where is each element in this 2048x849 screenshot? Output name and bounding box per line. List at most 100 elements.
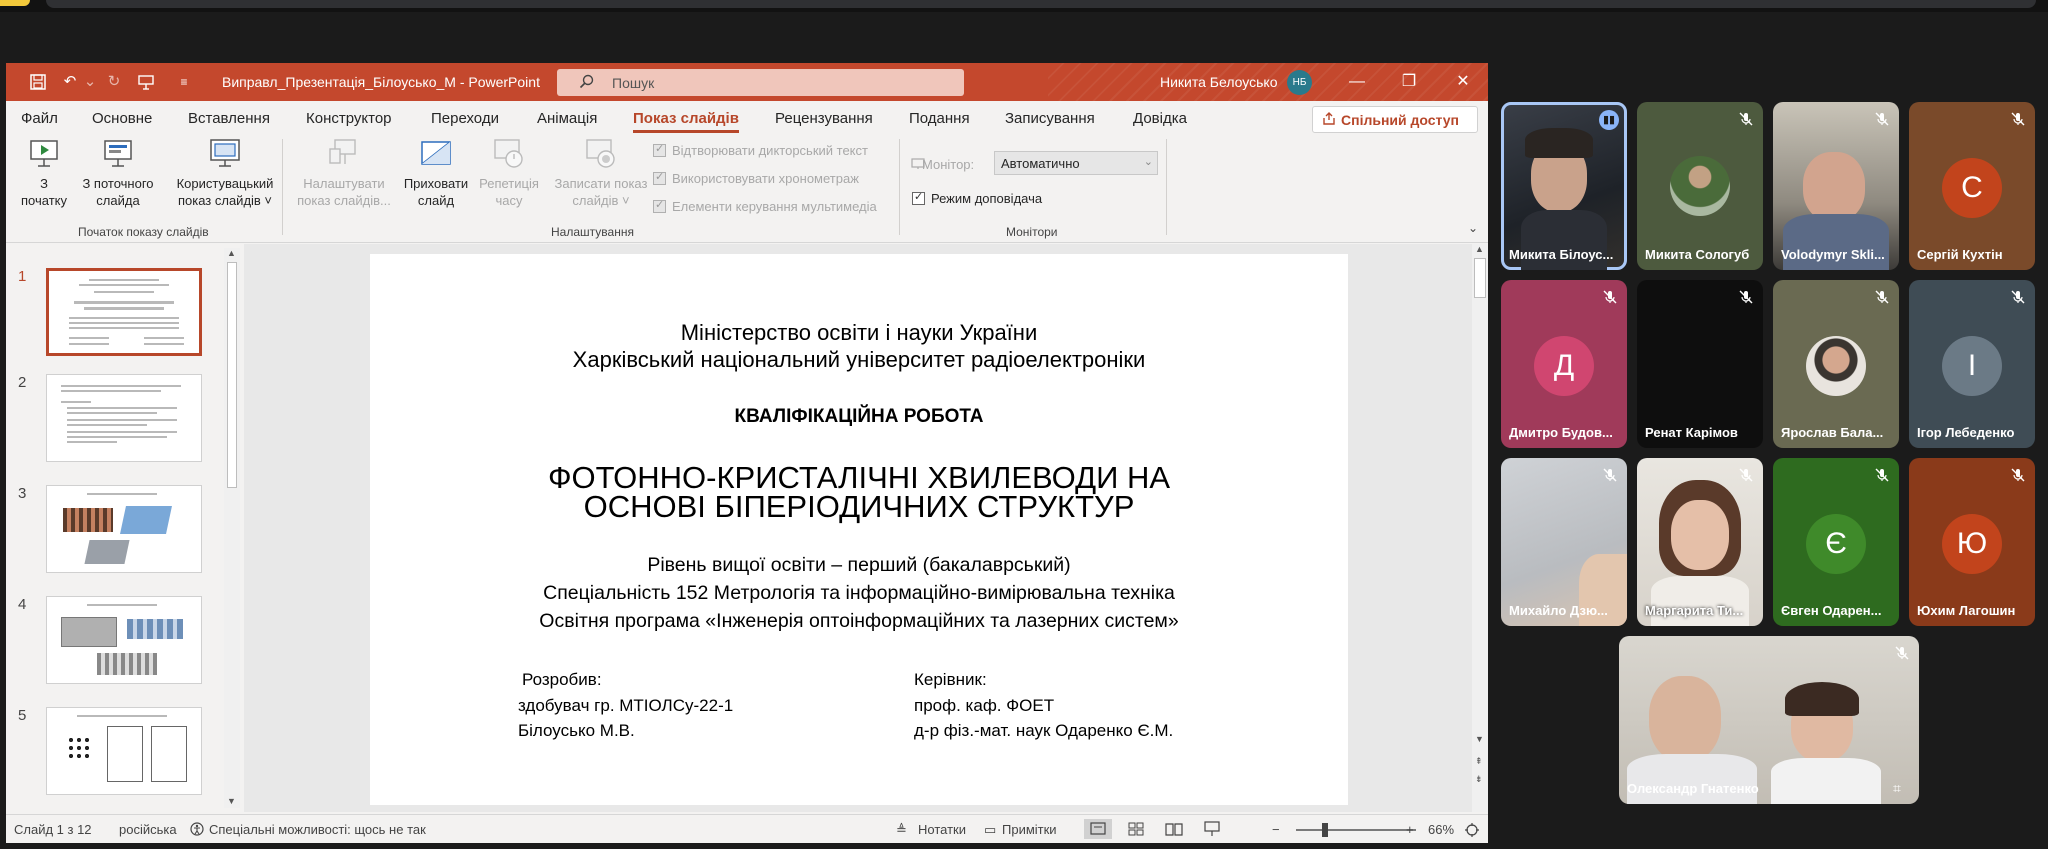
language-indicator[interactable]: російська [119, 822, 177, 837]
tab-design[interactable]: Конструктор [306, 110, 392, 127]
notes-button[interactable]: Нотатки [918, 822, 966, 837]
record-show-button[interactable]: Записати показ слайдів ˅ [546, 137, 656, 209]
zoom-in-icon[interactable]: + [1406, 822, 1414, 837]
slide-thumbnail-3[interactable] [46, 485, 202, 573]
thumbnails-scrollbar[interactable]: ▲ ▼ [224, 248, 240, 808]
minimize-icon[interactable]: — [1346, 71, 1368, 93]
scrollbar-thumb[interactable] [227, 262, 237, 488]
presenter-view-label: Режим доповідача [931, 191, 1043, 206]
tab-help[interactable]: Довідка [1133, 110, 1187, 127]
speaking-icon: ▮▮ [1599, 110, 1619, 130]
participant-tile-0[interactable]: ▮▮ Микита Білоус... [1501, 102, 1627, 270]
participant-tile-2[interactable]: Volodymyr Skli... [1773, 102, 1899, 270]
save-icon[interactable] [28, 73, 48, 91]
current-slide[interactable]: Міністерство освіти і науки України Харк… [370, 254, 1348, 805]
tab-view[interactable]: Подання [909, 110, 970, 127]
slide-thumbnails-pane: 1 2 3 4 5 ▲ ▼ [6, 244, 242, 812]
customize-toolbar-icon[interactable]: ≡ [174, 73, 194, 91]
collapse-ribbon-icon[interactable]: ⌄ [1468, 221, 1482, 235]
participant-name: Микита Сологуб [1645, 247, 1750, 262]
presentation-icon[interactable] [136, 73, 156, 91]
mic-off-icon [1603, 290, 1617, 304]
thumb-number: 5 [18, 707, 27, 724]
previous-slide-icon[interactable]: ⇞ [1475, 756, 1483, 767]
participant-tile-3[interactable]: С Сергій Кухтін [1909, 102, 2035, 270]
setup-show-button[interactable]: Налаштувати показ слайдів... [294, 137, 394, 209]
participant-tile-12[interactable]: ⌗ Олександр Гнатенко [1619, 636, 1919, 804]
reading-view-icon[interactable] [1160, 819, 1188, 839]
tab-slide-show[interactable]: Показ слайдів [633, 110, 739, 133]
scrollbar-thumb[interactable] [1474, 258, 1486, 298]
undo-icon[interactable]: ↶ [60, 73, 80, 91]
presenter-view-checkbox[interactable]: Режим доповідача [912, 190, 1043, 206]
scroll-down-icon[interactable]: ▼ [1475, 734, 1484, 744]
normal-view-icon[interactable] [1084, 819, 1112, 839]
slide-thumbnail-5[interactable] [46, 707, 202, 795]
participant-tile-4[interactable]: Д Дмитро Будов... [1501, 280, 1627, 448]
user-avatar[interactable]: НБ [1287, 70, 1312, 95]
thumb-number: 3 [18, 485, 27, 502]
slide-sorter-icon[interactable] [1122, 819, 1150, 839]
top-indicator [0, 0, 30, 6]
play-narration-checkbox[interactable]: Відтворювати дикторський текст [653, 142, 868, 158]
participant-tile-8[interactable]: Михайло Дзю... [1501, 458, 1627, 626]
slide-supervisor-label: Керівник: [914, 670, 987, 689]
restore-icon[interactable]: ❐ [1398, 71, 1420, 93]
scroll-up-icon[interactable]: ▲ [1475, 244, 1484, 254]
participant-tile-5[interactable]: Ренат Карімов [1637, 280, 1763, 448]
next-slide-icon[interactable]: ⇟ [1475, 774, 1483, 785]
tab-review[interactable]: Рецензування [775, 110, 873, 127]
participant-name: Євген Одарен... [1781, 603, 1882, 618]
accessibility-icon[interactable] [190, 822, 204, 837]
scroll-down-icon[interactable]: ▼ [227, 796, 236, 806]
zoom-out-icon[interactable]: − [1272, 822, 1280, 837]
tab-home[interactable]: Основне [92, 110, 152, 127]
slide-editor[interactable]: Міністерство освіти і науки України Харк… [244, 244, 1488, 812]
from-current-button[interactable]: З поточного слайда [72, 137, 164, 209]
slide-scrollbar[interactable]: ▲ ▼ ⇞ ⇟ [1472, 244, 1488, 812]
accessibility-status[interactable]: Спеціальні можливості: щось не так [209, 822, 426, 837]
custom-show-button[interactable]: Користувацький показ слайдів ˅ [166, 137, 284, 209]
slide-thumbnail-2[interactable] [46, 374, 202, 462]
tab-transitions[interactable]: Переходи [431, 110, 499, 127]
tab-animations[interactable]: Анімація [537, 110, 597, 127]
participant-tile-9[interactable]: Маргарита Ти... [1637, 458, 1763, 626]
participant-tile-6[interactable]: Ярослав Бала... [1773, 280, 1899, 448]
group-separator [899, 139, 900, 235]
mic-off-icon [1875, 290, 1889, 304]
slide-thumbnail-1[interactable] [46, 268, 202, 356]
undo-dropdown-icon[interactable]: ⌄ [80, 73, 100, 91]
fit-to-window-icon[interactable] [1464, 822, 1480, 838]
close-icon[interactable]: ✕ [1452, 71, 1474, 93]
from-beginning-button[interactable]: З початку [14, 137, 74, 209]
rehearse-timings-button[interactable]: Репетиція часу [476, 137, 542, 209]
avatar: Д [1534, 336, 1594, 396]
checkbox-icon [653, 170, 666, 185]
redo-icon[interactable]: ↻ [104, 73, 124, 91]
mic-off-icon [1739, 112, 1753, 126]
search-input[interactable]: Пошук [557, 69, 964, 96]
zoom-slider[interactable] [1296, 829, 1416, 831]
hide-slide-button[interactable]: Приховати слайд [400, 137, 472, 209]
participant-tile-7[interactable]: І Ігор Лебеденко [1909, 280, 2035, 448]
notes-icon: ≜ [896, 822, 907, 837]
comments-button[interactable]: Примітки [1002, 822, 1057, 837]
zoom-slider-thumb[interactable] [1322, 823, 1328, 837]
participant-tile-10[interactable]: Є Євген Одарен... [1773, 458, 1899, 626]
slide-show-view-icon[interactable] [1198, 819, 1226, 839]
tab-file[interactable]: Файл [21, 110, 58, 127]
tab-record[interactable]: Записування [1005, 110, 1095, 127]
crop-icon[interactable]: ⌗ [1893, 780, 1909, 796]
user-name[interactable]: Никита Белоусько [1160, 74, 1277, 90]
slide-thumbnail-4[interactable] [46, 596, 202, 684]
tab-insert[interactable]: Вставлення [188, 110, 270, 127]
participant-tile-1[interactable]: Микита Сологуб [1637, 102, 1763, 270]
monitor-select[interactable]: Автоматично ⌄ [994, 151, 1158, 175]
use-timings-checkbox[interactable]: Використовувати хронометраж [653, 170, 859, 186]
participant-tile-11[interactable]: Ю Юхим Лагошин [1909, 458, 2035, 626]
share-button[interactable]: Спільний доступ [1312, 106, 1478, 133]
group-label-monitors: Монітори [1006, 225, 1058, 239]
zoom-level[interactable]: 66% [1428, 822, 1454, 837]
media-controls-checkbox[interactable]: Елементи керування мультимедіа [653, 198, 877, 214]
scroll-up-icon[interactable]: ▲ [227, 248, 236, 258]
